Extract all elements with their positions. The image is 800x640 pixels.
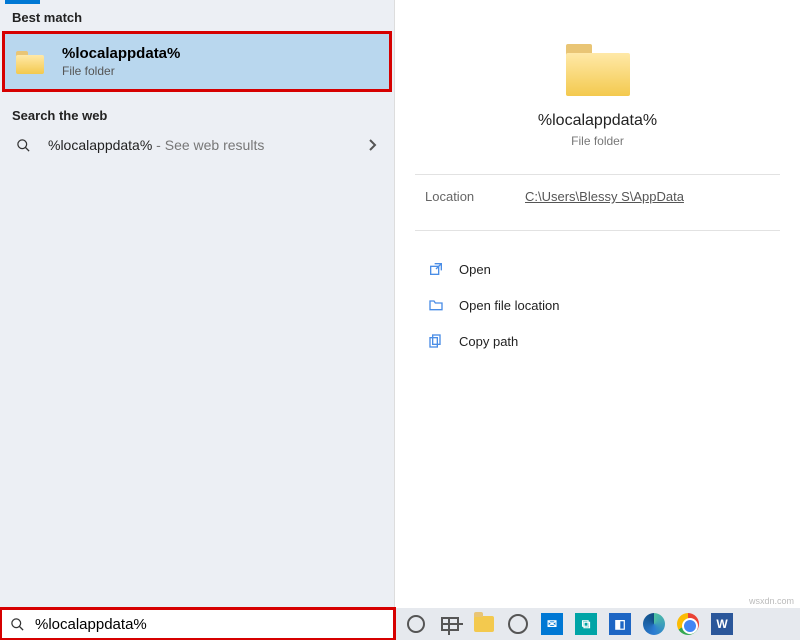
web-result-suffix: - See web results <box>152 137 264 153</box>
folder-icon <box>16 50 44 74</box>
taskbar-app-circle[interactable] <box>503 609 533 639</box>
action-copy-path[interactable]: Copy path <box>425 323 770 359</box>
chevron-right-icon[interactable] <box>368 138 378 152</box>
search-icon <box>10 617 25 632</box>
cortana-icon[interactable] <box>401 609 431 639</box>
folder-icon <box>566 40 630 96</box>
chrome-icon[interactable] <box>673 609 703 639</box>
watermark: wsxdn.com <box>749 596 794 606</box>
store-icon[interactable]: ⧉ <box>571 609 601 639</box>
search-icon <box>16 138 34 153</box>
task-view-icon[interactable] <box>435 609 465 639</box>
taskbar-app-blue[interactable]: ◧ <box>605 609 635 639</box>
best-match-text: %localappdata% File folder <box>62 45 180 78</box>
action-open-file-location[interactable]: Open file location <box>425 287 770 323</box>
web-result-text: %localappdata% - See web results <box>48 137 368 153</box>
preview-subtitle: File folder <box>415 134 780 148</box>
search-input[interactable] <box>35 616 385 633</box>
best-match-header: Best match <box>0 4 394 29</box>
web-result-query: %localappdata% <box>48 137 152 153</box>
action-open[interactable]: Open <box>425 251 770 287</box>
web-result-row[interactable]: %localappdata% - See web results <box>0 127 394 163</box>
best-match-result[interactable]: %localappdata% File folder <box>4 33 390 90</box>
location-value[interactable]: C:\Users\Blessy S\AppData <box>525 189 684 204</box>
best-match-title: %localappdata% <box>62 45 180 62</box>
action-open-location-label: Open file location <box>459 298 559 313</box>
divider <box>415 174 780 175</box>
open-location-icon <box>425 296 447 314</box>
web-header: Search the web <box>0 102 394 127</box>
action-open-label: Open <box>459 262 491 277</box>
location-label: Location <box>425 189 525 204</box>
open-icon <box>425 260 447 278</box>
word-icon[interactable]: W <box>707 609 737 639</box>
preview-pane: %localappdata% File folder Location C:\U… <box>395 0 800 608</box>
action-copy-path-label: Copy path <box>459 334 518 349</box>
edge-icon[interactable] <box>639 609 669 639</box>
divider <box>415 230 780 231</box>
taskbar: ✉ ⧉ ◧ W <box>0 608 800 640</box>
taskbar-search[interactable] <box>0 608 395 640</box>
file-explorer-icon[interactable] <box>469 609 499 639</box>
mail-icon[interactable]: ✉ <box>537 609 567 639</box>
search-results-pane: Best match %localappdata% File folder Se… <box>0 0 395 608</box>
copy-icon <box>425 332 447 350</box>
preview-title: %localappdata% <box>415 112 780 130</box>
best-match-subtitle: File folder <box>62 64 180 78</box>
